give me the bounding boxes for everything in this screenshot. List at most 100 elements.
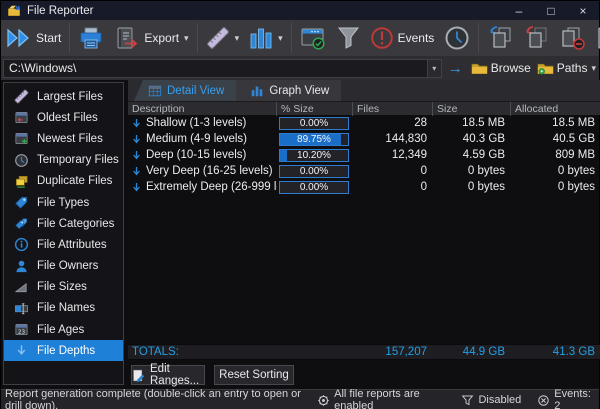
- sidebar-item-file-types[interactable]: File Types: [4, 192, 123, 213]
- start-button[interactable]: Start: [1, 22, 66, 54]
- sidebar-item-file-depths[interactable]: File Depths: [4, 340, 123, 361]
- toolbar: Start Export ▾ ▾ ▾: [1, 20, 599, 56]
- toolbar-separator: [197, 23, 198, 53]
- chart-view-button[interactable]: ▾: [244, 22, 288, 54]
- footer-buttons: Edit Ranges... Reset Sorting: [128, 365, 600, 387]
- folder-icon: [471, 61, 488, 75]
- row-description: Medium (4-9 levels): [146, 133, 247, 145]
- sidebar-item-file-ages[interactable]: 23 File Ages: [4, 319, 123, 340]
- path-combobox[interactable]: C:\Windows\ ▾: [3, 59, 442, 78]
- window-title: File Reporter: [27, 5, 93, 17]
- delete-report-button[interactable]: [554, 22, 591, 54]
- schedule-button[interactable]: [439, 22, 475, 54]
- row-size: 0 bytes: [433, 163, 511, 179]
- filter-button[interactable]: [332, 22, 365, 54]
- address-bar: C:\Windows\ ▾ → Browse Paths ▾: [1, 56, 599, 80]
- row-description: Very Deep (16-25 levels): [146, 165, 273, 177]
- row-allocated: 40.5 GB: [511, 131, 600, 147]
- tab-detail-view[interactable]: Detail View: [134, 80, 236, 101]
- close-button[interactable]: ×: [567, 1, 599, 20]
- copy-files-blue-icon: [487, 26, 513, 50]
- go-arrow-button[interactable]: →: [448, 60, 463, 77]
- tab-graph-view[interactable]: Graph View: [236, 80, 341, 101]
- file-remove-icon: [559, 26, 586, 50]
- archive-report-button[interactable]: [591, 22, 600, 54]
- edit-ranges-button[interactable]: Edit Ranges...: [131, 365, 205, 385]
- table-row-extremely-deep[interactable]: Extremely Deep (26-999 levels) 0.00% 0 0…: [128, 179, 600, 195]
- path-dropdown-button[interactable]: ▾: [427, 60, 441, 77]
- report-ranges-button[interactable]: ▾: [201, 22, 245, 54]
- report-sidebar: Largest Files Oldest Files Newest Files …: [3, 82, 124, 385]
- totals-label: TOTALS:: [128, 345, 277, 359]
- report-window-button[interactable]: [295, 22, 332, 54]
- sidebar-item-file-sizes[interactable]: File Sizes: [4, 277, 123, 298]
- export-dropdown-arrow: ▾: [184, 33, 189, 44]
- status-reports[interactable]: All file reports are enabled: [317, 388, 445, 409]
- maximize-button[interactable]: □: [535, 1, 567, 20]
- ruler-icon: [14, 89, 29, 104]
- tags-icon: [14, 216, 29, 231]
- sidebar-item-oldest-files[interactable]: Oldest Files: [4, 107, 123, 128]
- column-header-size[interactable]: Size: [433, 102, 511, 116]
- app-icon: [7, 4, 21, 17]
- table-row-deep[interactable]: Deep (10-15 levels) 10.20% 12,349 4.59 G…: [128, 147, 600, 163]
- toolbar-separator: [478, 23, 479, 53]
- status-filter[interactable]: Disabled: [461, 394, 521, 407]
- main-area: Largest Files Oldest Files Newest Files …: [1, 80, 599, 389]
- events-alert-icon: [370, 26, 394, 50]
- column-header-files[interactable]: Files: [353, 102, 433, 116]
- edit-pencil-icon: [132, 369, 145, 382]
- row-allocated: 18.5 MB: [511, 115, 600, 131]
- funnel-icon: [337, 26, 360, 50]
- sidebar-item-file-owners[interactable]: File Owners: [4, 256, 123, 277]
- table-row-shallow[interactable]: Shallow (1-3 levels) 0.00% 28 18.5 MB 18…: [128, 115, 600, 131]
- row-description: Extremely Deep (26-999 levels): [146, 181, 277, 193]
- down-arrow-icon: [14, 343, 29, 358]
- detail-view-icon: [148, 84, 162, 98]
- graph-view-icon: [250, 84, 264, 98]
- toolbar-separator: [291, 23, 292, 53]
- column-header-allocated[interactable]: Allocated: [511, 102, 600, 116]
- row-description: Shallow (1-3 levels): [146, 117, 246, 129]
- percent-bar: 10.20%: [279, 149, 349, 162]
- window-check-icon: [300, 26, 327, 50]
- sidebar-item-file-attributes[interactable]: File Attributes: [4, 234, 123, 255]
- down-arrow-icon: [130, 165, 143, 178]
- status-events[interactable]: Events: 2: [537, 388, 593, 409]
- file-zip-icon: [596, 26, 600, 50]
- minimize-button[interactable]: –: [503, 1, 535, 20]
- table-row-medium[interactable]: Medium (4-9 levels) 89.75% 144,830 40.3 …: [128, 131, 600, 147]
- sidebar-item-file-categories[interactable]: File Categories: [4, 213, 123, 234]
- table-row-very-deep[interactable]: Very Deep (16-25 levels) 0.00% 0 0 bytes…: [128, 163, 600, 179]
- funnel-icon: [461, 394, 474, 407]
- export-button[interactable]: Export ▾: [109, 22, 193, 54]
- column-header-pct-size[interactable]: % Size: [277, 102, 353, 116]
- print-button[interactable]: [73, 22, 109, 54]
- down-arrow-icon: [130, 149, 143, 162]
- row-size: 4.59 GB: [433, 147, 511, 163]
- bar-chart-icon: [249, 26, 273, 50]
- view-tabstrip: Detail View Graph View: [128, 80, 600, 101]
- folder-gear-icon: [537, 61, 554, 75]
- sidebar-item-temporary-files[interactable]: Temporary Files: [4, 150, 123, 171]
- browse-button[interactable]: Browse: [468, 60, 534, 76]
- export-icon: [114, 26, 140, 50]
- row-allocated: 0 bytes: [511, 163, 600, 179]
- sidebar-item-file-names[interactable]: File Names: [4, 298, 123, 319]
- events-button[interactable]: Events: [365, 22, 440, 54]
- clock-icon: [444, 25, 470, 51]
- sidebar-item-duplicate-files[interactable]: Duplicate Files: [4, 171, 123, 192]
- down-arrow-icon: [130, 117, 143, 130]
- paths-button[interactable]: Paths ▾: [534, 60, 599, 76]
- sidebar-item-newest-files[interactable]: Newest Files: [4, 128, 123, 149]
- toolbar-separator: [69, 23, 70, 53]
- column-header-description[interactable]: Description: [128, 102, 277, 116]
- copy-report-button[interactable]: [482, 22, 518, 54]
- reset-sorting-button[interactable]: Reset Sorting: [214, 365, 294, 385]
- tag-icon: [14, 195, 29, 210]
- row-allocated: 809 MB: [511, 147, 600, 163]
- move-report-button[interactable]: [518, 22, 554, 54]
- sidebar-item-largest-files[interactable]: Largest Files: [4, 86, 123, 107]
- path-input[interactable]: C:\Windows\: [4, 61, 427, 75]
- titlebar: File Reporter – □ ×: [1, 1, 599, 20]
